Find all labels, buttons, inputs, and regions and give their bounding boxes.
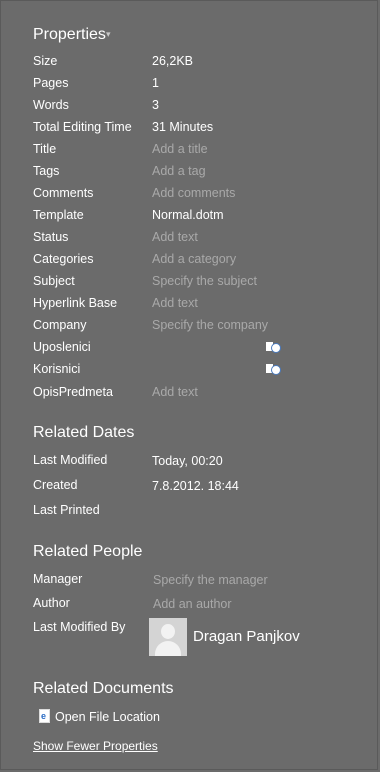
file-location-icon[interactable]: e	[39, 709, 50, 723]
people-label-manager: Manager	[33, 572, 83, 586]
categories-field[interactable]: Add a category	[152, 252, 236, 266]
date-value-last-modified: Today, 00:20	[152, 454, 223, 468]
status-field[interactable]: Add text	[152, 230, 198, 244]
prop-label-company: Company	[33, 318, 87, 332]
prop-label-total-editing-time: Total Editing Time	[33, 120, 132, 134]
comments-field[interactable]: Add comments	[152, 186, 235, 200]
check-names-icon[interactable]	[266, 363, 282, 375]
date-label-last-printed: Last Printed	[33, 503, 100, 517]
prop-label-comments: Comments	[33, 186, 94, 200]
prop-label-opispredmeta: OpisPredmeta	[33, 385, 113, 399]
prop-label-title: Title	[33, 142, 57, 156]
subject-field[interactable]: Specify the subject	[152, 274, 257, 288]
prop-value-size: 26,2KB	[152, 54, 194, 68]
opispredmeta-field[interactable]: Add text	[152, 385, 198, 399]
tags-field[interactable]: Add a tag	[152, 164, 206, 178]
avatar[interactable]	[149, 618, 187, 656]
prop-label-template: Template	[33, 208, 84, 222]
people-label-author: Author	[33, 596, 70, 610]
prop-label-status: Status	[33, 230, 69, 244]
prop-label-pages: Pages	[33, 76, 69, 90]
people-label-last-modified-by: Last Modified By	[33, 620, 126, 634]
show-fewer-properties-link[interactable]: Show Fewer Properties	[33, 739, 158, 753]
date-value-created: 7.8.2012. 18:44	[152, 479, 239, 493]
prop-label-tags: Tags	[33, 164, 60, 178]
prop-value-words: 3	[152, 98, 159, 112]
company-field[interactable]: Specify the company	[152, 318, 268, 332]
date-label-created: Created	[33, 478, 78, 492]
related-dates-heading: Related Dates	[33, 424, 135, 441]
author-field[interactable]: Add an author	[153, 597, 232, 611]
prop-label-size: Size	[33, 54, 58, 68]
properties-panel: Properties ▾ Size 26,2KB Pages 1 Words 3…	[0, 0, 378, 770]
date-label-last-modified: Last Modified	[33, 453, 108, 467]
prop-value-template: Normal.dotm	[152, 208, 224, 222]
person-icon	[161, 624, 175, 639]
properties-heading[interactable]: Properties	[33, 26, 106, 44]
prop-value-pages: 1	[152, 76, 159, 90]
prop-label-categories: Categories	[33, 252, 94, 266]
hyperlink-base-field[interactable]: Add text	[152, 296, 198, 310]
manager-field[interactable]: Specify the manager	[153, 573, 268, 587]
check-names-icon[interactable]	[266, 341, 282, 353]
open-file-location-link[interactable]: Open File Location	[55, 710, 160, 724]
prop-label-hyperlink-base: Hyperlink Base	[33, 296, 118, 310]
prop-label-subject: Subject	[33, 274, 75, 288]
prop-label-words: Words	[33, 98, 69, 112]
last-modified-by-name[interactable]: Dragan Panjkov	[193, 628, 300, 645]
prop-label-uposlenici: Uposlenici	[33, 340, 91, 354]
prop-label-korisnici: Korisnici	[33, 362, 81, 376]
prop-value-total-editing-time: 31 Minutes	[152, 120, 214, 134]
related-documents-heading: Related Documents	[33, 680, 174, 697]
chevron-down-icon[interactable]: ▾	[106, 29, 111, 40]
title-field[interactable]: Add a title	[152, 142, 208, 156]
related-people-heading: Related People	[33, 543, 143, 560]
